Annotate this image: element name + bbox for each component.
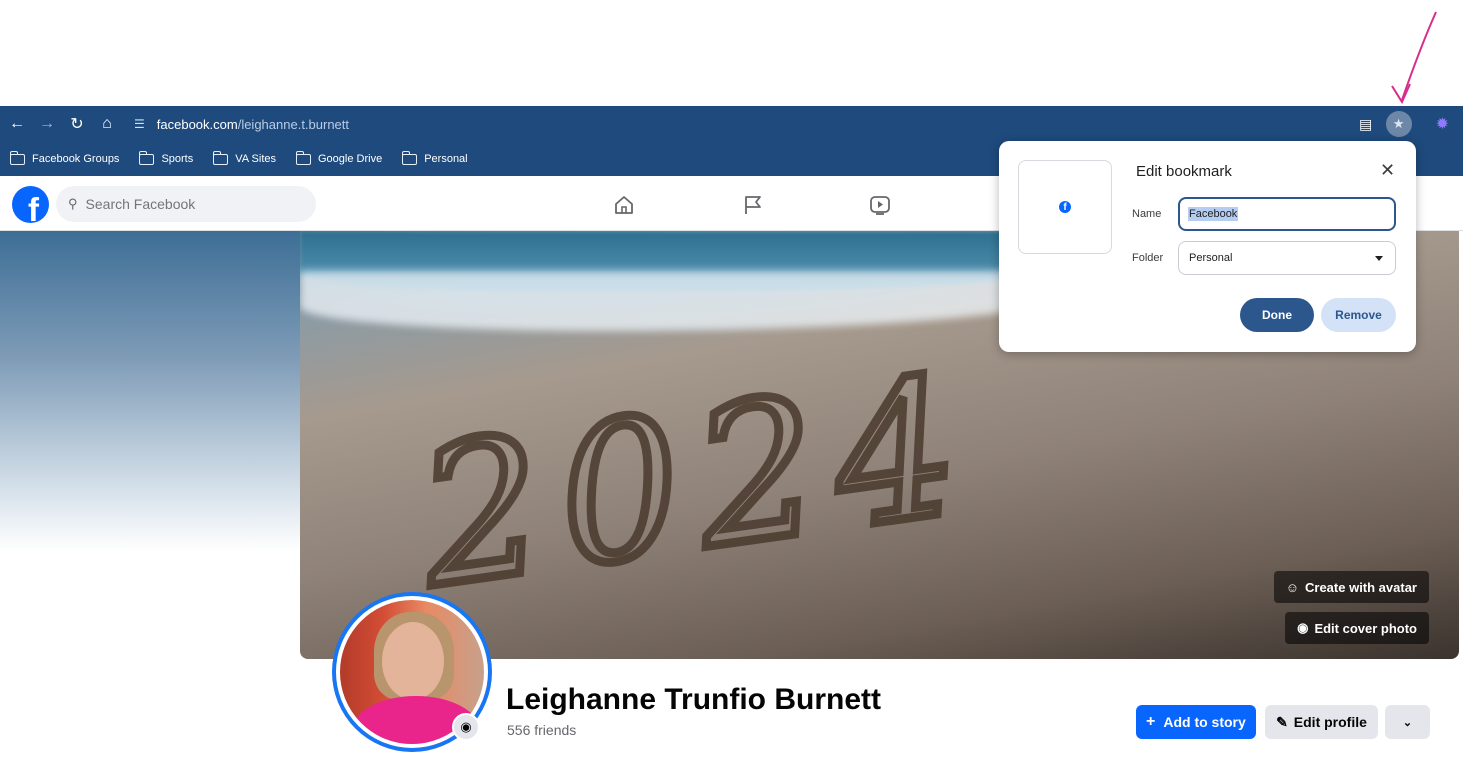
edit-profile-label: Edit profile: [1293, 714, 1367, 730]
edit-cover-photo-button[interactable]: ◉ Edit cover photo: [1285, 612, 1429, 644]
bookmark-label: Sports: [161, 153, 194, 165]
folder-icon: [213, 150, 229, 165]
url-host: facebook.com: [156, 116, 238, 132]
back-arrow-icon[interactable]: ←: [4, 111, 30, 137]
install-app-icon[interactable]: ▤: [1354, 112, 1378, 136]
chevron-down-icon: ⌄: [1402, 716, 1413, 729]
video-icon[interactable]: [866, 191, 894, 219]
toolbar-right: ▤ ★ ✹: [1354, 106, 1463, 142]
folder-select-value: Personal: [1189, 252, 1233, 264]
cover-sand-writing: 2024: [403, 329, 993, 634]
search-input[interactable]: [85, 196, 286, 212]
plus-icon: +: [1146, 713, 1156, 730]
close-icon[interactable]: ✕: [1380, 160, 1395, 181]
friends-count[interactable]: 556 friends: [507, 722, 576, 738]
reload-icon[interactable]: ↻: [64, 111, 90, 137]
url-path: /leighanne.t.burnett: [237, 116, 350, 132]
edit-cover-photo-label: Edit cover photo: [1314, 620, 1417, 636]
avatar-icon: ☺: [1285, 579, 1299, 595]
bookmark-label: VA Sites: [235, 153, 276, 165]
camera-icon: ◉: [1297, 620, 1309, 635]
more-options-button[interactable]: ⌄: [1385, 705, 1430, 739]
cover-wave: [300, 271, 1060, 331]
folder-icon: [10, 150, 25, 165]
bookmark-sports[interactable]: Sports: [139, 150, 194, 165]
search-icon: ⚲: [68, 196, 78, 211]
create-with-avatar-label: Create with avatar: [1305, 579, 1417, 595]
folder-label: Folder: [1132, 252, 1164, 264]
create-with-avatar-button[interactable]: ☺ Create with avatar: [1273, 571, 1429, 603]
add-to-story-button[interactable]: + Add to story: [1136, 705, 1256, 739]
bookmark-label: Personal: [424, 153, 468, 165]
bookmark-favicon-preview: f: [1018, 160, 1112, 254]
extension-icon[interactable]: ✹: [1436, 114, 1449, 134]
bookmark-personal[interactable]: Personal: [402, 150, 468, 165]
edit-profile-button[interactable]: ✎ Edit profile: [1265, 705, 1378, 739]
avatar-face: [382, 622, 444, 700]
site-info-icon[interactable]: ☰: [134, 117, 145, 131]
name-label: Name: [1132, 208, 1162, 220]
annotation-arrow-icon: [1391, 11, 1437, 105]
facebook-favicon-icon: f: [1059, 201, 1071, 213]
bookmark-label: Facebook Groups: [32, 153, 120, 165]
bookmark-star-icon[interactable]: ★: [1385, 111, 1412, 137]
background-gradient: [0, 231, 300, 551]
bookmark-va-sites[interactable]: VA Sites: [213, 150, 276, 165]
search-box[interactable]: ⚲: [56, 186, 316, 222]
facebook-logo[interactable]: f: [12, 186, 49, 223]
dropdown-caret-icon: [1375, 256, 1383, 261]
bookmark-name-value: Facebook: [1188, 207, 1239, 221]
folder-icon: [139, 150, 155, 165]
dialog-title: Edit bookmark: [1136, 163, 1232, 180]
home-icon[interactable]: ⌂: [94, 111, 120, 137]
add-to-story-label: Add to story: [1163, 714, 1246, 730]
browser-toolbar: ← → ↻ ⌂ ☰ facebook.com/leighanne.t.burne…: [0, 106, 1463, 142]
address-bar[interactable]: ☰ facebook.com/leighanne.t.burnett: [134, 111, 349, 137]
bookmark-facebook-groups[interactable]: Facebook Groups: [10, 150, 120, 165]
folder-icon: [296, 150, 311, 165]
screen: ← → ↻ ⌂ ☰ facebook.com/leighanne.t.burne…: [0, 0, 1463, 764]
remove-button[interactable]: Remove: [1321, 298, 1396, 332]
bookmark-label: Google Drive: [318, 153, 383, 165]
update-profile-picture-camera-icon[interactable]: ◉: [452, 713, 480, 741]
bookmark-name-field[interactable]: Facebook: [1178, 197, 1396, 231]
bookmark-google-drive[interactable]: Google Drive: [296, 150, 383, 165]
folder-icon: [402, 150, 418, 165]
edit-bookmark-dialog: f Edit bookmark ✕ Name Facebook Folder P…: [999, 141, 1416, 352]
pages-flag-icon[interactable]: [739, 191, 767, 219]
pencil-icon: ✎: [1276, 713, 1288, 730]
forward-arrow-icon[interactable]: →: [34, 111, 60, 137]
done-button[interactable]: Done: [1240, 298, 1314, 332]
profile-name: Leighanne Trunfio Burnett: [506, 683, 881, 716]
home-icon[interactable]: [610, 191, 638, 219]
folder-select[interactable]: Personal: [1178, 241, 1396, 275]
